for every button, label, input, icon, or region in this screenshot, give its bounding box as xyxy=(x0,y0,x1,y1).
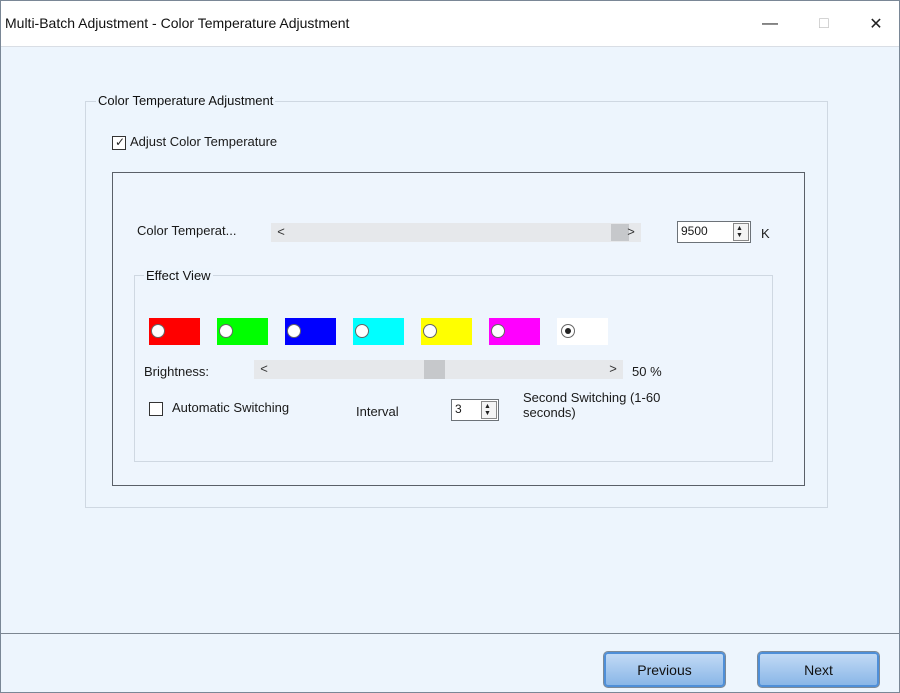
scroll-left-icon[interactable]: < xyxy=(256,361,272,376)
minimize-icon: — xyxy=(762,15,778,32)
color-swatch[interactable] xyxy=(285,318,336,345)
close-button[interactable]: ✕ xyxy=(853,7,899,41)
window-title: Multi-Batch Adjustment - Color Temperatu… xyxy=(5,15,350,31)
footer: Previous Next xyxy=(1,634,899,692)
swatch-radio[interactable] xyxy=(151,324,165,338)
swatch-radio[interactable] xyxy=(491,324,505,338)
color-temperature-input[interactable]: 9500 ▲ ▼ xyxy=(677,221,751,243)
temperature-unit: K xyxy=(761,226,770,241)
spin-up-icon[interactable]: ▲ xyxy=(484,403,491,410)
color-temperature-value: 9500 xyxy=(681,224,708,238)
interval-input[interactable]: 3 ▲ ▼ xyxy=(451,399,499,421)
color-temperature-slider[interactable]: < > xyxy=(271,223,641,242)
next-button[interactable]: Next xyxy=(757,651,880,688)
check-icon: ✓ xyxy=(115,135,126,149)
scroll-left-icon[interactable]: < xyxy=(273,224,289,239)
swatch-radio[interactable] xyxy=(287,324,301,338)
swatch-radio[interactable] xyxy=(355,324,369,338)
maximize-button[interactable]: □ xyxy=(801,7,847,41)
color-swatch[interactable] xyxy=(217,318,268,345)
swatch-radio[interactable] xyxy=(423,324,437,338)
spin-down-icon[interactable]: ▼ xyxy=(736,232,743,239)
automatic-switching-checkbox[interactable] xyxy=(149,402,163,416)
spin-up-icon[interactable]: ▲ xyxy=(736,225,743,232)
color-temperature-label: Color Temperat... xyxy=(137,223,237,238)
brightness-label: Brightness: xyxy=(144,364,210,379)
automatic-switching-label[interactable]: Automatic Switching xyxy=(172,400,289,415)
effect-view-title: Effect View xyxy=(144,268,213,283)
color-swatch[interactable] xyxy=(489,318,540,345)
brightness-value: 50 % xyxy=(632,364,662,379)
adjust-color-temperature-label[interactable]: Adjust Color Temperature xyxy=(130,134,277,149)
scroll-right-icon[interactable]: > xyxy=(623,224,639,239)
color-swatch[interactable] xyxy=(557,318,608,345)
color-swatch[interactable] xyxy=(149,318,200,345)
effect-view-group: Effect View Brightness: < > 50 % Automat… xyxy=(134,268,773,462)
close-icon: ✕ xyxy=(869,16,883,33)
switching-description: Second Switching (1-60 seconds) xyxy=(523,390,661,420)
interval-label: Interval xyxy=(356,404,399,419)
color-swatch[interactable] xyxy=(353,318,404,345)
interval-value: 3 xyxy=(455,402,462,416)
color-swatch[interactable] xyxy=(421,318,472,345)
swatch-radio[interactable] xyxy=(561,324,575,338)
spin-buttons[interactable]: ▲ ▼ xyxy=(733,223,749,241)
dialog-content: Color Temperature Adjustment ✓ Adjust Co… xyxy=(1,47,899,633)
slider-thumb[interactable] xyxy=(424,360,445,379)
minimize-button[interactable]: — xyxy=(747,7,793,41)
title-bar: Multi-Batch Adjustment - Color Temperatu… xyxy=(1,1,899,47)
scroll-right-icon[interactable]: > xyxy=(605,361,621,376)
color-temperature-group: Color Temperature Adjustment ✓ Adjust Co… xyxy=(85,93,828,508)
group-title: Color Temperature Adjustment xyxy=(96,93,276,108)
adjust-color-temperature-checkbox[interactable]: ✓ xyxy=(112,135,126,150)
swatch-radio[interactable] xyxy=(219,324,233,338)
color-temperature-panel: Color Temperat... < > 9500 ▲ ▼ K Effect … xyxy=(112,172,805,486)
spin-buttons[interactable]: ▲ ▼ xyxy=(481,401,497,419)
previous-button[interactable]: Previous xyxy=(603,651,726,688)
spin-down-icon[interactable]: ▼ xyxy=(484,410,491,417)
brightness-slider[interactable]: < > xyxy=(254,360,623,379)
dialog-window: Multi-Batch Adjustment - Color Temperatu… xyxy=(0,0,900,693)
maximize-icon: □ xyxy=(819,15,829,32)
